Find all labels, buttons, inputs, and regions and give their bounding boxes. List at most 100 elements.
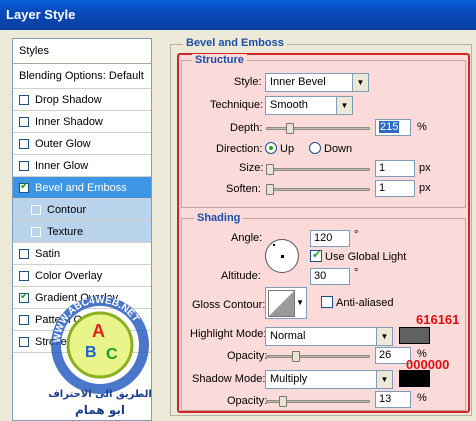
angle-dial-center: [281, 255, 284, 258]
shadow-color-swatch[interactable]: [399, 370, 430, 387]
bevel-emboss-title: Bevel and Emboss: [183, 37, 287, 49]
drop-shadow-checkbox[interactable]: [19, 94, 29, 105]
depth-input[interactable]: 215: [375, 119, 411, 136]
style-item-contour[interactable]: Contour: [13, 199, 151, 221]
direction-label: Direction:: [216, 143, 263, 155]
satin-checkbox[interactable]: [19, 248, 29, 259]
highlight-mode-label: Highlight Mode:: [190, 328, 267, 340]
soften-label: Soften:: [226, 183, 261, 195]
style-item-label: Drop Shadow: [35, 93, 102, 106]
slider-track: [266, 168, 370, 171]
direction-down-radio[interactable]: [309, 142, 321, 154]
contour-preview-icon: [268, 290, 295, 317]
shadow-opacity-input[interactable]: 13: [375, 391, 411, 408]
style-item-inner-glow[interactable]: Inner Glow: [13, 155, 151, 177]
depth-unit: %: [417, 121, 427, 133]
stroke-checkbox[interactable]: [19, 336, 29, 347]
slider-thumb[interactable]: [286, 123, 294, 134]
highlight-mode-value: Normal: [270, 330, 306, 342]
shadow-mode-select[interactable]: Multiply ▼: [265, 370, 393, 389]
altitude-unit: °: [354, 267, 359, 279]
bevel-and-emboss-checkbox[interactable]: [19, 181, 29, 193]
styles-header[interactable]: Styles: [13, 39, 151, 64]
style-item-label: Stroke: [35, 335, 67, 348]
style-label: Style:: [234, 76, 262, 88]
soften-input[interactable]: 1: [375, 180, 415, 197]
highlight-mode-select[interactable]: Normal ▼: [265, 327, 393, 346]
shadow-mode-value: Multiply: [270, 373, 308, 385]
blending-options-item[interactable]: Blending Options: Default: [13, 64, 151, 89]
style-item-gradient-overlay[interactable]: Gradient Overlay: [13, 287, 151, 309]
angle-dial[interactable]: [265, 239, 299, 273]
gloss-contour-label: Gloss Contour:: [192, 299, 266, 311]
altitude-input[interactable]: 30: [310, 268, 350, 285]
altitude-value: 30: [314, 270, 327, 282]
pattern-overlay-checkbox[interactable]: [19, 314, 29, 325]
slider-thumb[interactable]: [292, 351, 300, 362]
style-item-drop-shadow[interactable]: Drop Shadow: [13, 89, 151, 111]
style-item-label: Texture: [47, 225, 84, 238]
gloss-contour-picker[interactable]: ▼: [265, 287, 307, 319]
size-label: Size:: [239, 162, 264, 174]
contour-checkbox[interactable]: [31, 204, 41, 215]
style-item-bevel-and-emboss[interactable]: Bevel and Emboss: [13, 177, 151, 199]
shading-title: Shading: [194, 212, 244, 224]
slider-thumb[interactable]: [279, 396, 287, 407]
angle-unit: °: [354, 229, 359, 241]
outer-glow-checkbox[interactable]: [19, 138, 29, 149]
technique-value: Smooth: [270, 99, 308, 111]
style-item-pattern-overlay[interactable]: Pattern Over: [13, 309, 151, 331]
chevron-down-icon[interactable]: ▼: [352, 74, 368, 91]
size-slider[interactable]: [266, 164, 370, 175]
style-item-texture[interactable]: Texture: [13, 221, 151, 243]
texture-checkbox[interactable]: [31, 226, 41, 237]
style-item-label: Outer Glow: [35, 137, 91, 150]
style-item-color-overlay[interactable]: Color Overlay: [13, 265, 151, 287]
depth-slider[interactable]: [266, 123, 370, 134]
slider-track: [266, 127, 370, 130]
anti-aliased-checkbox[interactable]: [321, 296, 333, 308]
gradient-overlay-checkbox[interactable]: [19, 291, 29, 303]
style-item-inner-shadow[interactable]: Inner Shadow: [13, 111, 151, 133]
shadow-mode-label: Shadow Mode:: [192, 373, 266, 385]
size-value: 1: [379, 162, 386, 174]
slider-track: [266, 188, 370, 191]
highlight-color-swatch[interactable]: [399, 327, 430, 344]
soften-slider[interactable]: [266, 184, 370, 195]
chevron-down-icon[interactable]: ▼: [376, 328, 392, 345]
chevron-down-icon[interactable]: ▼: [296, 298, 304, 307]
slider-thumb[interactable]: [266, 184, 274, 195]
style-item-satin[interactable]: Satin: [13, 243, 151, 265]
style-item-label: Contour: [47, 203, 87, 216]
style-item-label: Gradient Overlay: [35, 291, 119, 304]
inner-shadow-checkbox[interactable]: [19, 116, 29, 127]
style-item-outer-glow[interactable]: Outer Glow: [13, 133, 151, 155]
shadow-opacity-slider[interactable]: [266, 396, 370, 407]
soften-unit: px: [419, 182, 431, 194]
highlight-opacity-value: 26: [379, 349, 392, 361]
highlight-opacity-label: Opacity:: [227, 350, 268, 362]
style-item-stroke[interactable]: Stroke: [13, 331, 151, 353]
angle-dial-handle: [273, 244, 275, 246]
chevron-down-icon[interactable]: ▼: [336, 97, 352, 114]
style-select[interactable]: Inner Bevel ▼: [265, 73, 369, 92]
slider-thumb[interactable]: [266, 164, 274, 175]
window-title: Layer Style: [0, 0, 476, 30]
style-item-label: Inner Shadow: [35, 115, 103, 128]
use-global-light-checkbox[interactable]: [310, 248, 322, 262]
size-input[interactable]: 1: [375, 160, 415, 177]
chevron-down-icon[interactable]: ▼: [376, 371, 392, 388]
direction-up-radio[interactable]: [265, 142, 277, 154]
color-overlay-checkbox[interactable]: [19, 270, 29, 281]
anti-aliased-label: Anti-aliased: [336, 297, 394, 309]
highlight-opacity-slider[interactable]: [266, 351, 370, 362]
inner-glow-checkbox[interactable]: [19, 160, 29, 171]
technique-select[interactable]: Smooth ▼: [265, 96, 353, 115]
angle-value: 120: [314, 232, 333, 244]
settings-panel: Structure Style: Inner Bevel ▼ Technique:…: [177, 53, 470, 413]
shadow-opacity-unit: %: [417, 392, 427, 404]
style-item-label: Bevel and Emboss: [35, 181, 127, 194]
angle-input[interactable]: 120: [310, 230, 350, 247]
style-item-label: Color Overlay: [35, 269, 103, 282]
technique-label: Technique:: [210, 99, 264, 111]
